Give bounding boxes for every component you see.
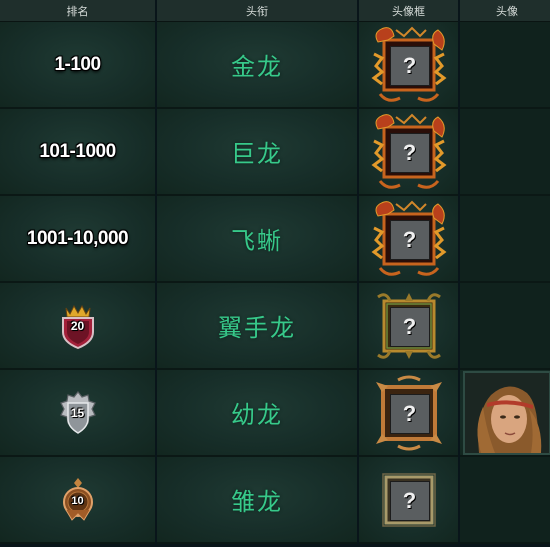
placeholder-icon: ? (389, 393, 430, 434)
title-label: 巨龙 (231, 140, 283, 168)
crown-shield-badge-icon: 20 (58, 302, 98, 350)
header-frame: 头像框 (359, 0, 458, 22)
avatar-cell-empty (460, 109, 550, 196)
title-label: 金龙 (231, 53, 283, 81)
avatar-cell-empty (460, 283, 550, 370)
placeholder-icon: ? (389, 219, 430, 260)
title-label: 飞蜥 (231, 227, 283, 255)
header-avatar: 头像 (460, 0, 550, 22)
plain-frame-icon[interactable]: ? (368, 459, 450, 541)
placeholder-icon: ? (389, 306, 430, 347)
title-label: 翼手龙 (218, 314, 296, 342)
frame-cell: ? (359, 457, 458, 544)
badge-number: 10 (71, 494, 84, 507)
avatar-portrait-image[interactable] (463, 370, 550, 455)
rank-label: 1001-10,000 (26, 227, 129, 249)
title-cell: 金龙 (157, 22, 357, 109)
dragon-frame-icon[interactable]: ? (368, 111, 450, 193)
placeholder-icon: ? (389, 132, 430, 173)
dragon-frame-icon[interactable]: ? (368, 198, 450, 280)
frame-cell: ? (359, 196, 458, 283)
placeholder-icon: ? (389, 480, 430, 521)
rank-cell: 15 (0, 370, 155, 457)
gold-frame-icon[interactable]: ? (368, 285, 450, 367)
title-cell: 雏龙 (157, 457, 357, 544)
placeholder-icon: ? (389, 45, 430, 86)
avatar-cell (460, 370, 550, 457)
rank-cell: 1001-10,000 (0, 196, 155, 283)
frame-cell: ? (359, 22, 458, 109)
badge-number: 20 (70, 318, 85, 333)
header-rank: 排名 (0, 0, 155, 22)
frame-cell: ? (359, 109, 458, 196)
frame-cell: ? (359, 283, 458, 370)
title-label: 雏龙 (231, 488, 283, 516)
title-cell: 幼龙 (157, 370, 357, 457)
header-title: 头衔 (157, 0, 357, 22)
badge-number: 15 (70, 405, 85, 420)
avatar-cell-empty (460, 22, 550, 109)
bronze-frame-icon[interactable]: ? (368, 372, 450, 454)
rank-cell: 101-1000 (0, 109, 155, 196)
rank-cell: 20 (0, 283, 155, 370)
avatar-cell-empty (460, 196, 550, 283)
rewards-table: 排名 头衔 头像框 头像 1-100 金龙 ? 101-1000 巨龙 ? 10… (0, 0, 550, 547)
title-cell: 翼手龙 (157, 283, 357, 370)
rank-label: 1-100 (54, 53, 101, 75)
frame-cell: ? (359, 370, 458, 457)
rank-label: 101-1000 (39, 140, 116, 162)
dragon-frame-icon[interactable]: ? (368, 24, 450, 106)
rank-cell: 1-100 (0, 22, 155, 109)
rank-cell: 10 (0, 457, 155, 544)
bronze-badge-icon: 10 (58, 476, 98, 524)
avatar-cell-empty (460, 457, 550, 544)
title-cell: 飞蜥 (157, 196, 357, 283)
silver-badge-icon: 15 (58, 389, 98, 437)
title-label: 幼龙 (231, 401, 283, 429)
title-cell: 巨龙 (157, 109, 357, 196)
